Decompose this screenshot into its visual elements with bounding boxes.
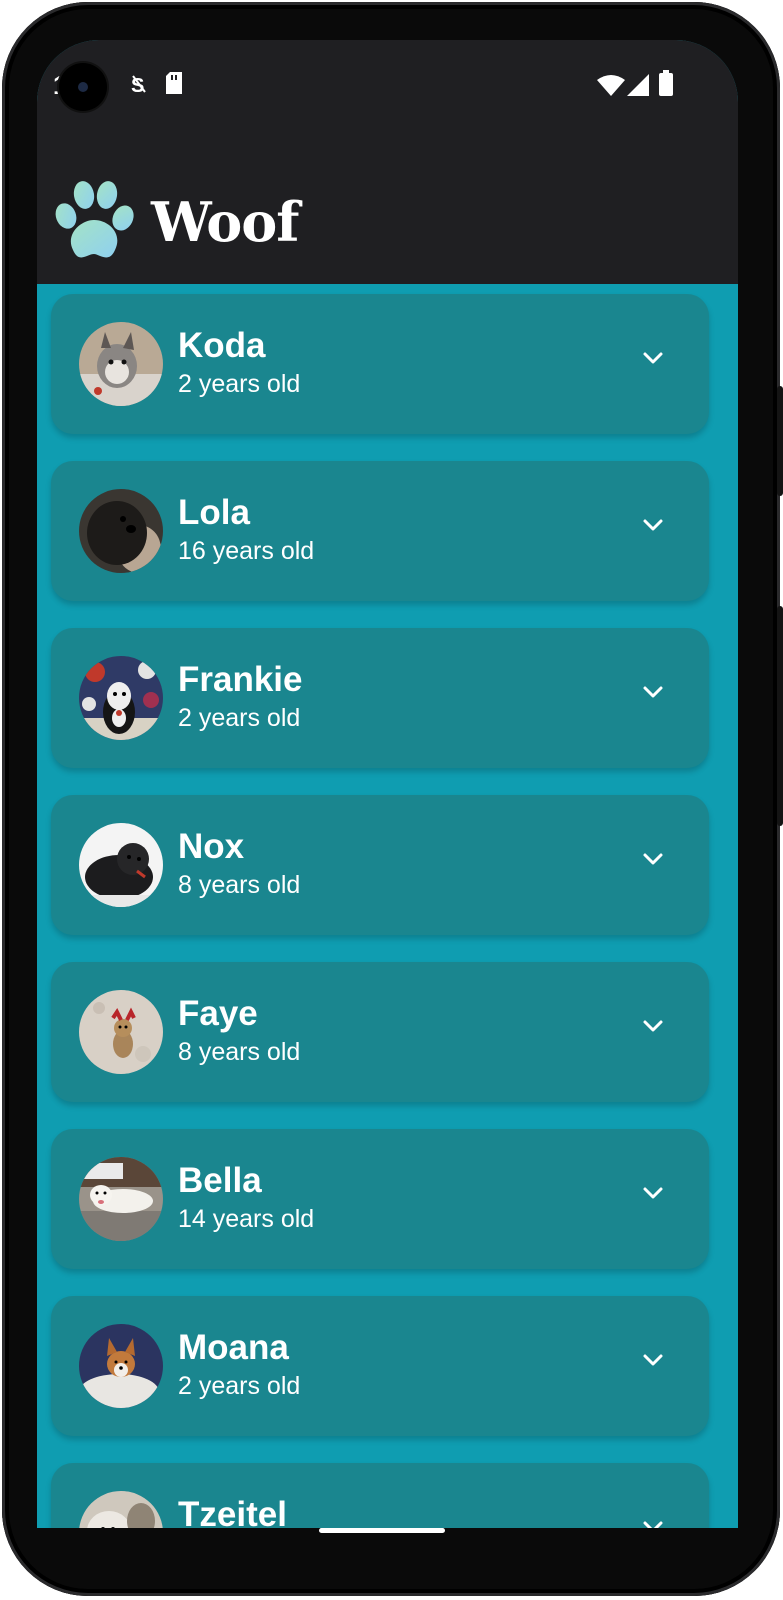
dog-photo: [79, 489, 163, 573]
expand-button[interactable]: [633, 1006, 673, 1046]
dog-age: 8 years old: [178, 871, 301, 899]
screen: 1:55 S: [37, 40, 738, 1528]
dog-name: Koda: [178, 326, 266, 365]
chevron-down-icon: [643, 686, 663, 698]
paw-logo-icon: [53, 180, 135, 270]
chevron-down-icon: [643, 1020, 663, 1032]
navigation-bar: [37, 1528, 738, 1568]
chevron-down-icon: [643, 352, 663, 364]
dog-photo: [79, 1324, 163, 1408]
chevron-down-icon: [643, 1354, 663, 1366]
status-bar: 1:55 S: [37, 40, 738, 130]
dog-photo: [79, 1491, 163, 1528]
expand-button[interactable]: [633, 1507, 673, 1528]
dog-photo: [79, 990, 163, 1074]
dog-name: Frankie: [178, 660, 303, 699]
expand-button[interactable]: [633, 672, 673, 712]
notification-icon: S: [129, 72, 149, 100]
sd-card-icon: [165, 72, 183, 98]
dog-photo: [79, 1157, 163, 1241]
dog-name: Nox: [178, 827, 245, 866]
front-camera: [59, 63, 107, 111]
dog-card[interactable]: Frankie 2 years old: [51, 628, 709, 768]
dog-name: Faye: [178, 994, 258, 1033]
volume-buttons: [777, 606, 783, 826]
dog-card[interactable]: Koda 2 years old: [51, 294, 709, 434]
dog-photo: [79, 322, 163, 406]
dog-name: Tzeitel: [178, 1495, 287, 1528]
chevron-down-icon: [643, 1521, 663, 1528]
top-app-bar: Woof: [37, 130, 738, 284]
dog-name: Moana: [178, 1328, 289, 1367]
home-indicator[interactable]: [319, 1528, 445, 1533]
chevron-down-icon: [643, 519, 663, 531]
svg-text:S: S: [131, 75, 144, 96]
dog-card[interactable]: Faye 8 years old: [51, 962, 709, 1102]
chevron-down-icon: [643, 1187, 663, 1199]
expand-button[interactable]: [633, 505, 673, 545]
dog-age: 2 years old: [178, 370, 301, 398]
dog-age: 2 years old: [178, 1372, 301, 1400]
dog-card[interactable]: Moana 2 years old: [51, 1296, 709, 1436]
dog-card[interactable]: Lola 16 years old: [51, 461, 709, 601]
cell-signal-icon: [627, 74, 649, 100]
dog-name: Bella: [178, 1161, 262, 1200]
expand-button[interactable]: [633, 338, 673, 378]
dog-age: 14 years old: [178, 1205, 315, 1233]
wifi-icon: [597, 74, 625, 100]
dog-card[interactable]: Nox 8 years old: [51, 795, 709, 935]
chevron-down-icon: [643, 853, 663, 865]
dog-age: 8 years old: [178, 1038, 301, 1066]
power-button: [777, 386, 783, 496]
expand-button[interactable]: [633, 1173, 673, 1213]
dog-age: 16 years old: [178, 537, 315, 565]
dog-card[interactable]: Tzeitel: [51, 1463, 709, 1528]
dog-photo: [79, 823, 163, 907]
dog-name: Lola: [178, 493, 250, 532]
dog-card[interactable]: Bella 14 years old: [51, 1129, 709, 1269]
dog-age: 2 years old: [178, 704, 301, 732]
app-title: Woof: [151, 190, 300, 254]
expand-button[interactable]: [633, 839, 673, 879]
expand-button[interactable]: [633, 1340, 673, 1380]
battery-icon: [659, 70, 673, 100]
dog-photo: [79, 656, 163, 740]
